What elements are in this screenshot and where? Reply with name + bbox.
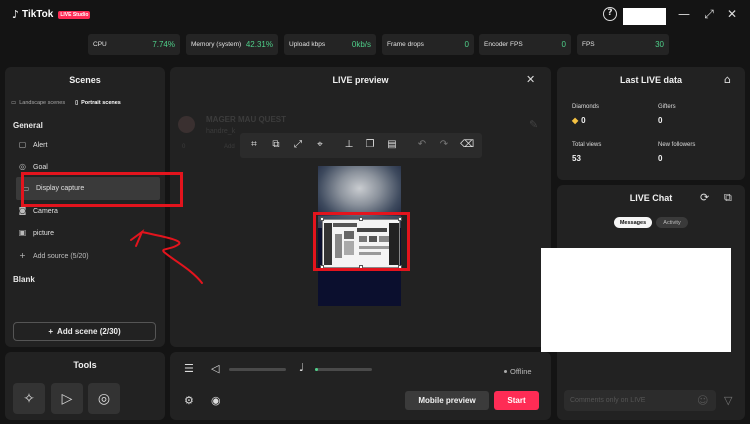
annotation-arrow	[130, 229, 203, 284]
